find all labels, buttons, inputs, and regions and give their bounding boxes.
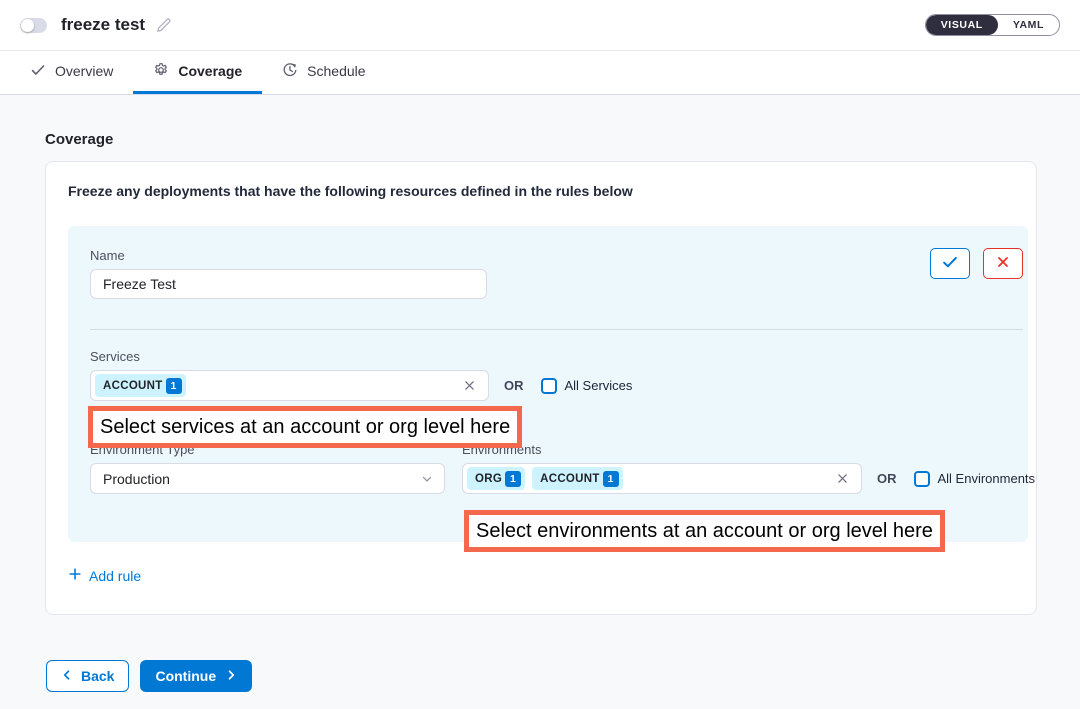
tag-label: ACCOUNT xyxy=(540,473,600,485)
gear-icon xyxy=(153,62,169,81)
content-area: Coverage Freeze any deployments that hav… xyxy=(0,95,1080,692)
environment-tag-account: ACCOUNT 1 xyxy=(532,467,623,490)
or-separator: OR xyxy=(504,378,524,393)
environments-label: Environments xyxy=(462,442,1035,457)
selected-option: Production xyxy=(103,471,170,487)
back-label: Back xyxy=(81,668,114,684)
tag-count-badge: 1 xyxy=(166,378,182,394)
section-heading: Coverage xyxy=(45,131,1037,148)
edit-title-icon[interactable] xyxy=(155,17,172,34)
rule-panel: Name Services ACCOUNT xyxy=(68,226,1028,542)
all-environments-checkbox[interactable] xyxy=(914,471,930,487)
tab-overview[interactable]: Overview xyxy=(10,51,133,94)
service-tag-account: ACCOUNT 1 xyxy=(95,374,186,397)
environment-row: Environment Type Production Environments… xyxy=(90,442,1023,494)
wizard-footer: Back Continue xyxy=(46,660,1037,692)
tab-bar: Overview Coverage Schedule xyxy=(0,51,1080,95)
tag-count-badge: 1 xyxy=(505,471,521,487)
environments-multiselect[interactable]: ORG 1 ACCOUNT 1 xyxy=(462,463,862,494)
cancel-rule-button[interactable] xyxy=(983,248,1023,279)
page-header: freeze test VISUAL YAML xyxy=(0,0,1080,51)
services-multiselect[interactable]: ACCOUNT 1 xyxy=(90,370,489,401)
clear-services-icon[interactable] xyxy=(463,379,476,392)
annotation-environments: Select environments at an account or org… xyxy=(464,510,945,552)
tab-coverage[interactable]: Coverage xyxy=(133,51,262,94)
plus-icon xyxy=(68,567,82,584)
rule-name-input[interactable] xyxy=(90,269,487,299)
panel-divider xyxy=(90,329,1023,330)
rule-name-row: Name xyxy=(90,248,1023,299)
services-label: Services xyxy=(90,349,1023,364)
close-icon xyxy=(995,254,1011,273)
rule-name-field: Name xyxy=(90,248,487,299)
page-title: freeze test xyxy=(61,15,145,35)
tab-schedule[interactable]: Schedule xyxy=(262,51,385,94)
tag-label: ACCOUNT xyxy=(103,380,163,392)
check-icon xyxy=(941,253,959,274)
toggle-knob xyxy=(21,19,34,32)
all-services-checkbox[interactable] xyxy=(541,378,557,394)
view-mode-toggle: VISUAL YAML xyxy=(925,14,1060,36)
confirm-rule-button[interactable] xyxy=(930,248,970,279)
add-rule-label: Add rule xyxy=(89,568,141,584)
card-description: Freeze any deployments that have the fol… xyxy=(68,183,1028,199)
all-environments-label: All Environments xyxy=(938,471,1036,486)
back-button[interactable]: Back xyxy=(46,660,129,692)
continue-button[interactable]: Continue xyxy=(140,660,252,692)
environments-row: ORG 1 ACCOUNT 1 OR xyxy=(462,463,1035,494)
visual-toggle-button[interactable]: VISUAL xyxy=(926,15,998,35)
schedule-clock-icon xyxy=(282,62,298,81)
clear-environments-icon[interactable] xyxy=(836,472,849,485)
continue-label: Continue xyxy=(155,668,216,684)
name-label: Name xyxy=(90,248,487,263)
tab-label: Overview xyxy=(55,63,113,79)
tag-count-badge: 1 xyxy=(603,471,619,487)
chevron-left-icon xyxy=(61,668,73,684)
check-icon xyxy=(30,62,46,81)
add-rule-link[interactable]: Add rule xyxy=(68,567,141,584)
tag-label: ORG xyxy=(475,473,502,485)
tab-label: Coverage xyxy=(178,63,242,79)
chevron-down-icon xyxy=(420,472,434,486)
tab-label: Schedule xyxy=(307,63,365,79)
freeze-enable-toggle[interactable] xyxy=(20,18,47,33)
environment-type-select[interactable]: Production xyxy=(90,463,445,494)
yaml-toggle-button[interactable]: YAML xyxy=(998,15,1059,35)
chevron-right-icon xyxy=(225,668,237,684)
or-separator: OR xyxy=(877,471,897,486)
rule-actions xyxy=(930,248,1023,279)
environments-field: Environments ORG 1 ACCOUNT 1 xyxy=(462,442,1035,494)
annotation-services: Select services at an account or org lev… xyxy=(88,406,522,448)
environment-tag-org: ORG 1 xyxy=(467,467,525,490)
services-row: ACCOUNT 1 OR All Services xyxy=(90,370,1023,401)
environment-type-field: Environment Type Production xyxy=(90,442,445,494)
all-services-label: All Services xyxy=(565,378,633,393)
